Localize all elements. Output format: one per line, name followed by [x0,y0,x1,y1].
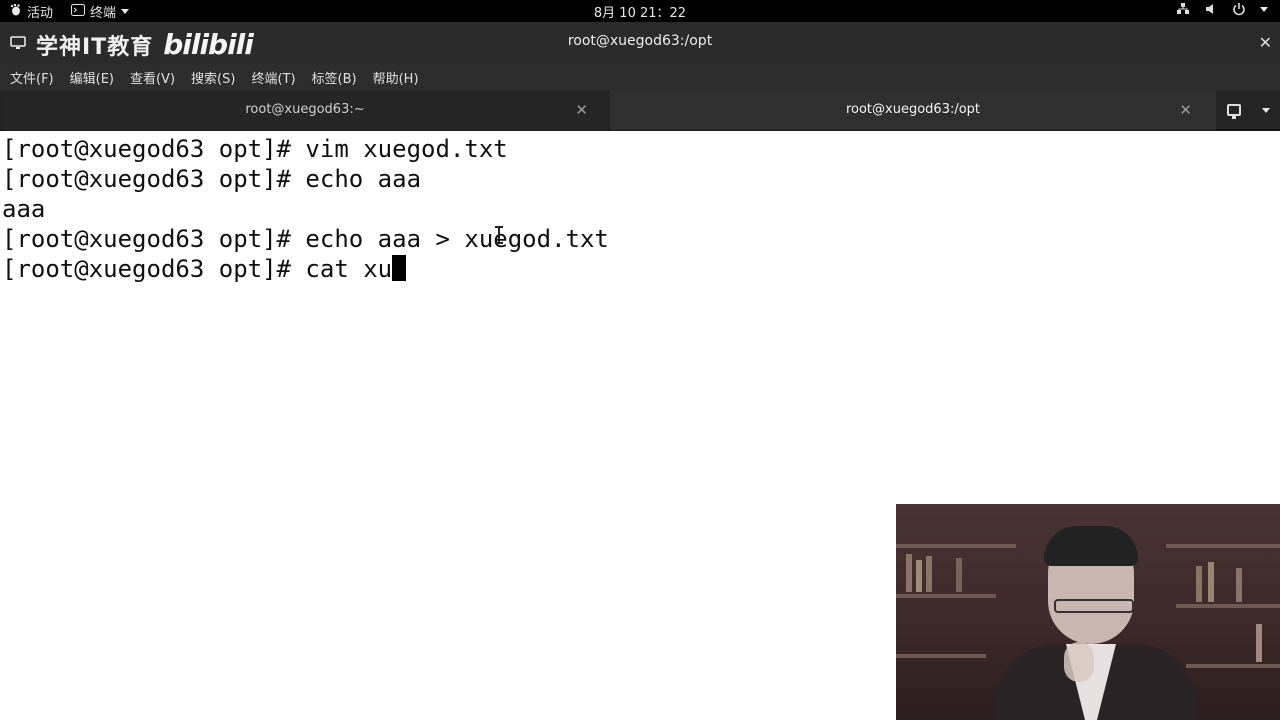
terminal-line: [root@xuegod63 opt]# echo aaa > xuegod.t… [2,225,609,253]
terminal-line-current: [root@xuegod63 opt]# cat xu [0,254,1280,284]
tab-close-button[interactable]: ✕ [1179,90,1192,130]
menu-view[interactable]: 查看(V) [130,68,175,87]
gnome-top-bar: 活动 终端 8月 10 21：22 [0,0,1280,22]
window-title: root@xuegod63:/opt [567,33,713,49]
menu-help[interactable]: 帮助(H) [373,68,419,87]
chevron-down-icon[interactable] [1261,107,1270,113]
ibeam-cursor-icon [495,226,505,244]
menu-search[interactable]: 搜索(S) [191,68,235,87]
webcam-overlay [896,504,1280,720]
volume-icon[interactable] [1204,2,1218,19]
text-cursor [392,255,407,281]
window-titlebar[interactable]: 学神IT教育 bilibili root@xuegod63:/opt ✕ [0,22,1280,64]
window-close-button[interactable]: ✕ [1259,33,1272,52]
power-icon[interactable] [1232,2,1246,19]
terminal-line: [root@xuegod63 opt]# vim xuegod.txt [2,135,508,163]
menu-file[interactable]: 文件(F) [10,68,54,87]
terminal-line: aaa [2,195,46,223]
tab-home[interactable]: root@xuegod63:~ ✕ [2,90,608,130]
terminal-line: [root@xuegod63 opt]# echo aaa [2,165,422,193]
menubar: 文件(F) 编辑(E) 查看(V) 搜索(S) 终端(T) 标签(B) 帮助(H… [0,64,1280,90]
clock[interactable]: 8月 10 21：22 [0,2,1280,21]
network-icon[interactable] [1176,2,1190,19]
tab-close-button[interactable]: ✕ [575,90,588,130]
tab-bar: root@xuegod63:~ ✕ root@xuegod63:/opt ✕ [0,90,1280,130]
menu-edit[interactable]: 编辑(E) [70,68,114,87]
menu-tabs[interactable]: 标签(B) [312,68,357,87]
tab-label: root@xuegod63:~ [245,102,365,117]
tab-opt[interactable]: root@xuegod63:/opt ✕ [610,90,1216,130]
terminal-input[interactable]: [root@xuegod63 opt]# cat xu [2,255,392,283]
menu-terminal[interactable]: 终端(T) [251,68,295,87]
tab-label: root@xuegod63:/opt [845,102,981,117]
new-tab-icon[interactable] [1226,104,1241,119]
chevron-down-icon[interactable] [1260,7,1268,12]
